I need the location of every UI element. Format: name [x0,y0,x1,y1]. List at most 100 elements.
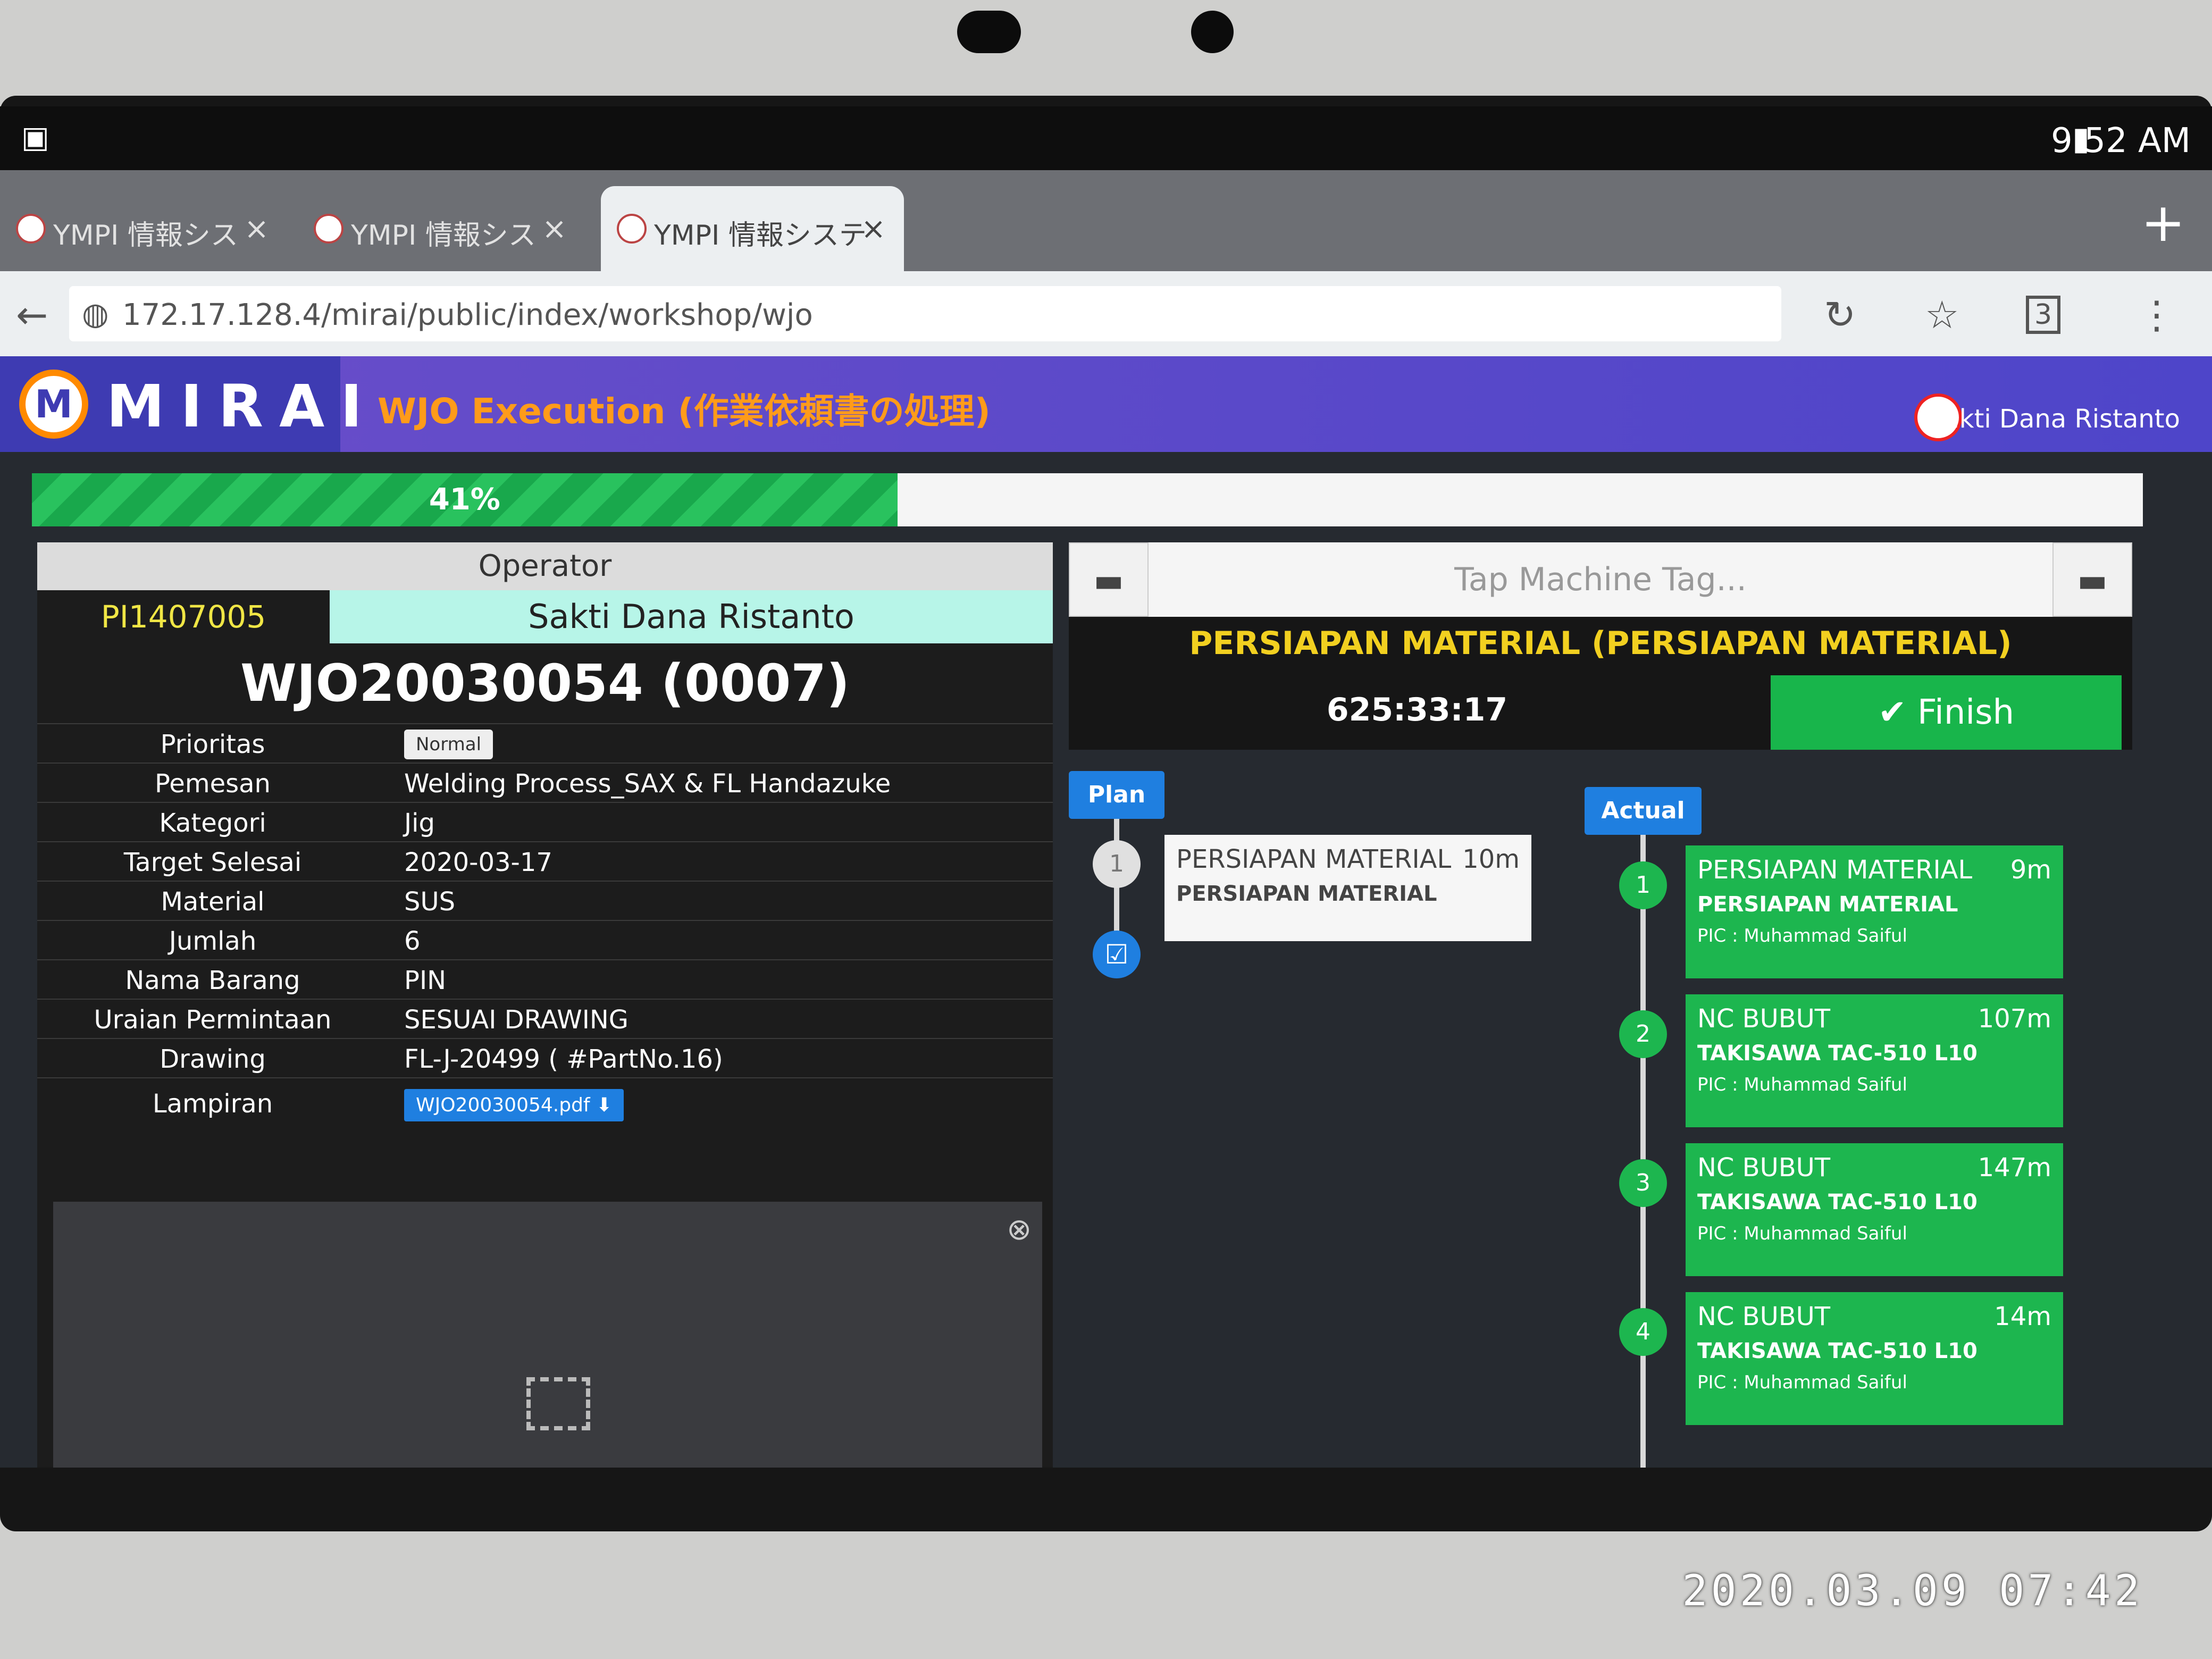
machine-tag-row: ▬ Tap Machine Tag... ▬ [1069,542,2132,617]
actual-step-number: 4 [1619,1308,1667,1356]
preview-placeholder-icon [526,1377,590,1430]
attachment-filename: WJO20030054.pdf [416,1094,590,1116]
operator-header: Operator [37,542,1053,590]
page-title: WJO Execution (作業依頼書の処理) [378,391,991,432]
detail-row: Prioritas Normal [37,723,1053,764]
progress-fill: 41% [32,473,898,526]
priority-badge: Normal [404,730,493,759]
detail-row: Drawing FL-J-20499 ( #PartNo.16) [37,1038,1053,1078]
detail-row: Pemesan Welding Process_SAX & FL Handazu… [37,763,1053,803]
detail-label: Prioritas [160,730,265,759]
sensor-hole [1191,11,1234,53]
check-icon: ✔ [1878,693,1917,732]
url-text: 172.17.128.4/mirai/public/index/workshop… [122,298,813,332]
detail-value: SUS [404,887,456,917]
detail-row: Target Selesai 2020-03-17 [37,841,1053,882]
tab-bar: YMPI 情報シス × YMPI 情報シス × YMPI 情報システ × [0,170,2212,271]
favicon-icon [16,214,46,244]
actual-step-pic: PIC : Muhammad Saiful [1697,1223,1907,1244]
plan-step-number: 1 [1093,840,1141,888]
detail-row: Uraian Permintaan SESUAI DRAWING [37,999,1053,1039]
detail-value: 6 [404,926,421,956]
detail-label: Drawing [160,1044,266,1074]
actual-step-machine: TAKISAWA TAC-510 L10 [1697,1041,1978,1066]
camera-hole [957,11,1021,53]
detail-value: Jig [404,808,435,838]
detail-value: SESUAI DRAWING [404,1005,629,1035]
new-tab-icon[interactable]: + [2141,191,2185,254]
actual-step-machine: TAKISAWA TAC-510 L10 [1697,1339,1978,1363]
attachment-link[interactable]: WJO20030054.pdf ⬇ [404,1089,624,1121]
url-bar[interactable]: ◍ 172.17.128.4/mirai/public/index/worksh… [69,286,1781,341]
wjo-number: WJO20030054 (0007) [240,653,850,713]
actual-step-duration: 107m [1978,1004,2051,1034]
close-tab-icon[interactable]: × [542,212,567,246]
detail-label: Material [161,887,265,917]
actual-step-pic: PIC : Muhammad Saiful [1697,925,1907,946]
wjo-detail-panel: Operator PI1407005 Sakti Dana Ristanto W… [37,542,1053,1468]
detail-label: Pemesan [155,769,271,799]
logo-text: MIRAI [106,372,379,440]
detail-row: Nama Barang PIN [37,959,1053,1000]
photo-timestamp: 2020.03.09 07:42 [1682,1566,2143,1615]
close-preview-icon[interactable]: ⊗ [1007,1212,1032,1247]
favicon-icon [314,214,343,244]
operator-name: Sakti Dana Ristanto [330,590,1053,643]
detail-row: Material SUS [37,881,1053,921]
toolbar: ← ◍ 172.17.128.4/mirai/public/index/work… [0,271,2212,356]
machine-tag-input[interactable]: Tap Machine Tag... [1149,542,2052,617]
globe-icon: ◍ [82,296,109,332]
actual-step-name: NC BUBUT [1697,1004,1831,1034]
plan-step-name: PERSIAPAN MATERIAL [1176,844,1452,874]
actual-step-card[interactable]: NC BUBUT 107m TAKISAWA TAC-510 L10 PIC :… [1686,994,2063,1127]
device-screen: ▣ ▮ 9:52 AM YMPI 情報シス × YMPI 情報シス × YMPI… [0,106,2212,1468]
actual-step-machine: TAKISAWA TAC-510 L10 [1697,1190,1978,1214]
actual-step-number: 2 [1619,1010,1667,1058]
status-bar: ▣ ▮ 9:52 AM [0,106,2212,170]
detail-value: Welding Process_SAX & FL Handazuke [404,769,891,799]
finish-button[interactable]: ✔ Finish [1771,675,2122,750]
tab-title: YMPI 情報シス [351,220,536,252]
actual-step-name: NC BUBUT [1697,1302,1831,1331]
close-tab-icon[interactable]: × [244,212,269,246]
reload-icon[interactable]: ↻ [1824,292,1856,337]
detail-label: Uraian Permintaan [94,1005,332,1035]
progress-bar: 41% [32,473,2143,526]
star-icon[interactable]: ☆ [1925,292,1959,337]
plan-check-icon: ☑ [1093,931,1141,978]
plan-label: Plan [1069,771,1164,819]
close-tab-icon[interactable]: × [861,212,886,246]
detail-value: FL-J-20499 ( #PartNo.16) [404,1044,723,1074]
actual-step-machine: PERSIAPAN MATERIAL [1697,892,1958,917]
plan-step-duration: 10m [1462,844,1520,874]
card-reader-icon: ▬ [2052,542,2132,617]
operator-id: PI1407005 [100,599,266,635]
back-icon[interactable]: ← [16,292,48,337]
browser-tab[interactable]: YMPI 情報シス × [298,186,585,271]
menu-icon[interactable]: ⋮ [2138,292,2176,337]
detail-row: Kategori Jig [37,802,1053,842]
browser-tab-active[interactable]: YMPI 情報システ × [601,186,904,271]
card-reader-icon: ▬ [1069,542,1149,617]
actual-step-duration: 14m [1994,1302,2051,1331]
actual-step-card[interactable]: NC BUBUT 147m TAKISAWA TAC-510 L10 PIC :… [1686,1143,2063,1276]
elapsed-timer: 625:33:17 [1326,691,1508,728]
tab-title: YMPI 情報シス [53,220,238,252]
actual-step-number: 1 [1619,861,1667,909]
actual-step-card[interactable]: NC BUBUT 14m TAKISAWA TAC-510 L10 PIC : … [1686,1292,2063,1425]
attachment-preview: ⊗ [53,1202,1042,1468]
logo[interactable]: M MIRAI [0,356,362,452]
finish-label: Finish [1917,693,2015,732]
tab-switcher-icon[interactable]: 3 [2026,296,2061,334]
actual-step-number: 3 [1619,1159,1667,1207]
browser-tab[interactable]: YMPI 情報シス × [0,186,287,271]
detail-label: Nama Barang [125,966,300,995]
plan-step-card[interactable]: PERSIAPAN MATERIAL 10m PERSIAPAN MATERIA… [1164,835,1531,941]
user-name[interactable]: Sakti Dana Ristanto [1928,404,2180,434]
detail-label: Jumlah [169,926,257,956]
favicon-icon [617,214,647,244]
download-icon: ⬇ [596,1094,613,1116]
actual-step-name: NC BUBUT [1697,1153,1831,1183]
actual-step-card[interactable]: PERSIAPAN MATERIAL 9m PERSIAPAN MATERIAL… [1686,845,2063,978]
actual-step-pic: PIC : Muhammad Saiful [1697,1074,1907,1095]
